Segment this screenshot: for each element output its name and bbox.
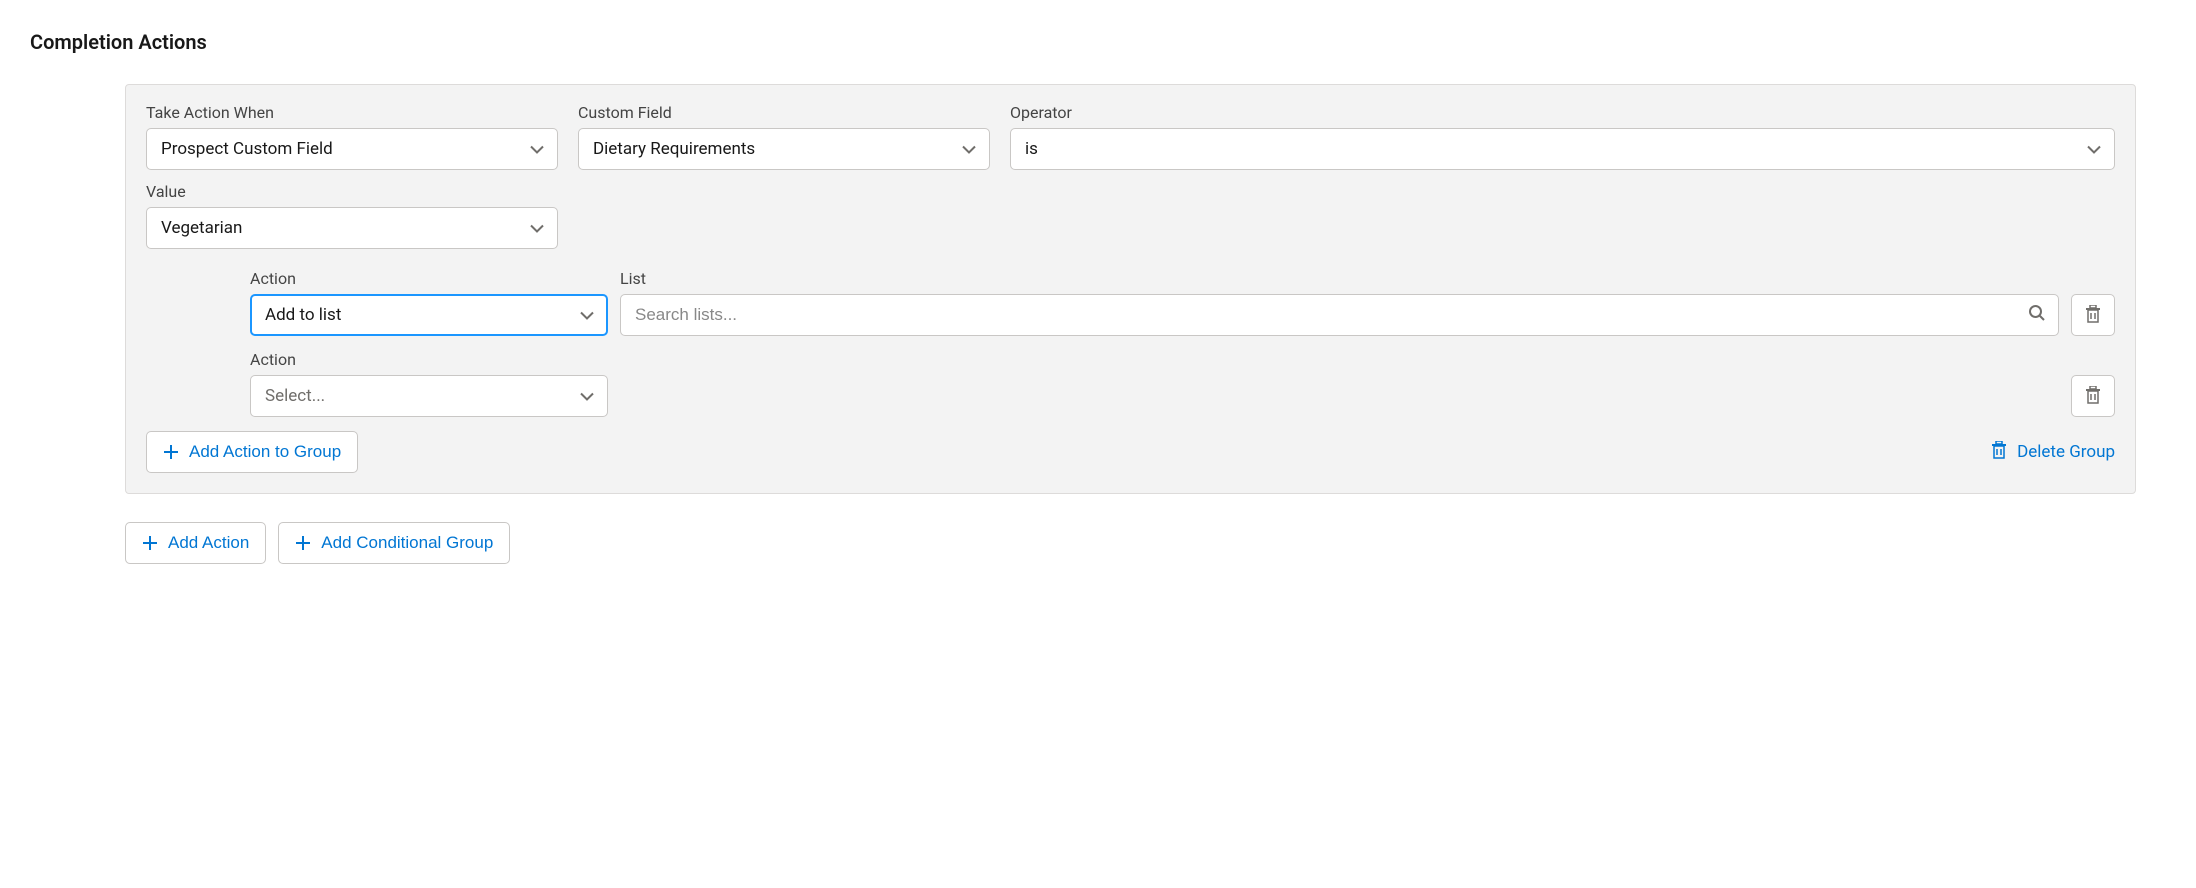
operator-value: is — [1025, 139, 1038, 159]
condition-row-1: Take Action When Prospect Custom Field C… — [146, 103, 2115, 170]
add-conditional-group-button[interactable]: Add Conditional Group — [278, 522, 510, 564]
actions-block: Action Add to list List — [250, 269, 2115, 417]
action-label: Action — [250, 350, 608, 369]
action-field: Action Add to list — [250, 269, 608, 336]
group-bottom-bar: Add Action to Group Delete Group — [146, 431, 2115, 473]
action-row: Action Add to list List — [250, 269, 2115, 336]
value-field: Value Vegetarian — [146, 182, 558, 249]
operator-field: Operator is — [1010, 103, 2115, 170]
delete-action-button[interactable] — [2071, 375, 2115, 417]
operator-select[interactable]: is — [1010, 128, 2115, 170]
footer-buttons: Add Action Add Conditional Group — [125, 522, 2166, 564]
add-action-label: Add Action — [168, 533, 249, 553]
take-action-when-label: Take Action When — [146, 103, 558, 122]
take-action-when-field: Take Action When Prospect Custom Field — [146, 103, 558, 170]
plus-icon — [142, 535, 158, 551]
list-field: List — [620, 269, 2059, 336]
custom-field-label: Custom Field — [578, 103, 990, 122]
action-select[interactable]: Add to list — [250, 294, 608, 336]
trash-icon — [1991, 441, 2007, 464]
add-action-button[interactable]: Add Action — [125, 522, 266, 564]
operator-label: Operator — [1010, 103, 2115, 122]
conditional-group-panel: Take Action When Prospect Custom Field C… — [125, 84, 2136, 494]
action-value: Add to list — [265, 305, 341, 325]
value-select[interactable]: Vegetarian — [146, 207, 558, 249]
action-select[interactable]: Select... — [250, 375, 608, 417]
trash-icon — [2085, 386, 2101, 407]
add-action-to-group-button[interactable]: Add Action to Group — [146, 431, 358, 473]
add-action-to-group-label: Add Action to Group — [189, 442, 341, 462]
take-action-when-select[interactable]: Prospect Custom Field — [146, 128, 558, 170]
plus-icon — [295, 535, 311, 551]
page-title: Completion Actions — [30, 30, 2166, 54]
take-action-when-value: Prospect Custom Field — [161, 139, 333, 159]
action-value: Select... — [265, 386, 325, 406]
delete-group-label: Delete Group — [2017, 442, 2115, 462]
action-label: Action — [250, 269, 608, 288]
list-search-input[interactable] — [620, 294, 2059, 336]
condition-row-2: Value Vegetarian — [146, 182, 2115, 249]
action-row: Action Select... — [250, 350, 2115, 417]
list-label: List — [620, 269, 2059, 288]
delete-action-button[interactable] — [2071, 294, 2115, 336]
custom-field-value: Dietary Requirements — [593, 139, 755, 159]
custom-field-field: Custom Field Dietary Requirements — [578, 103, 990, 170]
custom-field-select[interactable]: Dietary Requirements — [578, 128, 990, 170]
value-label: Value — [146, 182, 558, 201]
plus-icon — [163, 444, 179, 460]
delete-group-button[interactable]: Delete Group — [1991, 441, 2115, 464]
value-value: Vegetarian — [161, 218, 242, 238]
add-conditional-group-label: Add Conditional Group — [321, 533, 493, 553]
action-field: Action Select... — [250, 350, 608, 417]
trash-icon — [2085, 305, 2101, 326]
